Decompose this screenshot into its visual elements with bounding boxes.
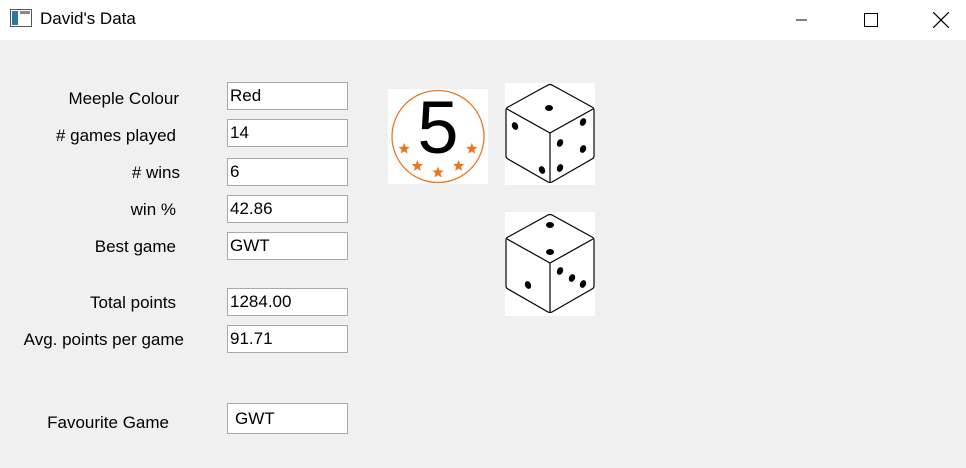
maximize-icon <box>864 13 878 27</box>
minimize-icon <box>796 19 807 21</box>
avg-points-label: Avg. points per game <box>23 330 184 349</box>
total-points-field[interactable] <box>227 288 348 316</box>
window-title: David's Data <box>40 9 136 28</box>
rating-badge: 5 <box>388 86 488 184</box>
die-bottom <box>505 212 595 316</box>
badge-number: 5 <box>417 89 458 169</box>
favourite-game-field[interactable] <box>227 403 348 434</box>
games-played-field[interactable] <box>227 119 348 147</box>
best-game-label: Best game <box>94 237 176 256</box>
favourite-game-label: Favourite Game <box>47 413 169 432</box>
total-points-label: Total points <box>90 293 176 312</box>
wins-field[interactable] <box>227 158 348 186</box>
avg-points-field[interactable] <box>227 325 348 353</box>
close-icon <box>933 12 949 28</box>
meeple-colour-label: Meeple Colour <box>68 89 179 108</box>
best-game-field[interactable] <box>227 232 348 260</box>
wins-label: # wins <box>131 163 180 182</box>
title-bar: David's Data <box>0 0 966 40</box>
games-played-label: # games played <box>55 126 176 145</box>
win-pct-field[interactable] <box>227 195 348 223</box>
app-icon <box>10 9 32 27</box>
die-top <box>505 83 595 185</box>
maximize-button[interactable] <box>848 0 894 40</box>
die-icon <box>505 213 595 314</box>
meeple-colour-field[interactable] <box>227 82 348 110</box>
minimize-button[interactable] <box>779 0 825 40</box>
rating-badge-icon: 5 <box>391 86 485 184</box>
close-button[interactable] <box>918 0 964 40</box>
die-icon <box>505 83 595 184</box>
win-pct-label: win % <box>130 200 176 219</box>
